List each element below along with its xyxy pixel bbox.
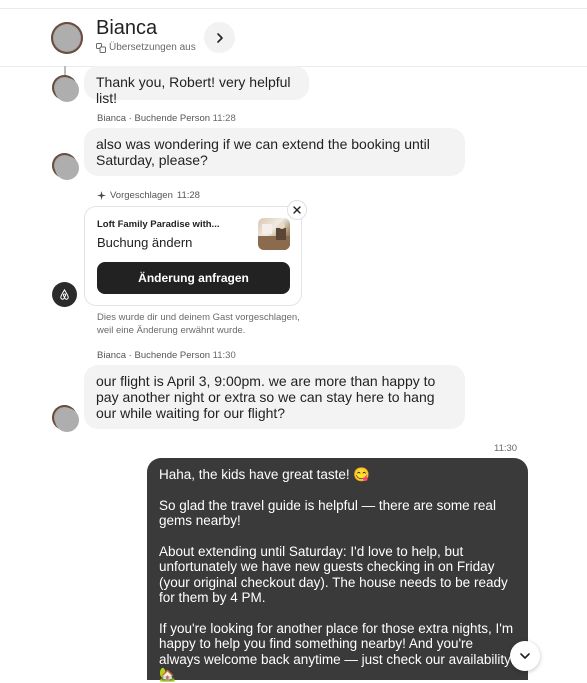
translation-label: Übersetzungen aus — [109, 42, 196, 53]
chevron-down-icon — [520, 653, 530, 659]
message-paragraph: If you're looking for another place for … — [159, 620, 515, 683]
message-bubble: our flight is April 3, 9:00pm. we are mo… — [84, 365, 465, 429]
message-time: 11:30 — [212, 350, 236, 361]
suggested-time: 11:28 — [176, 190, 200, 201]
details-button[interactable] — [204, 22, 235, 53]
listing-title: Loft Family Paradise with... — [97, 219, 220, 230]
message-paragraph: About extending until Saturday: I'd love… — [159, 543, 508, 606]
sender-label: Bianca · Buchende Person — [97, 350, 211, 361]
outgoing-message-bubble: Haha, the kids have great taste! 😋 So gl… — [147, 458, 528, 683]
avatar[interactable] — [51, 22, 83, 54]
guest-name: Bianca — [96, 17, 158, 39]
chevron-right-icon — [216, 32, 223, 43]
close-icon — [293, 206, 301, 214]
message-paragraph: So glad the travel guide is helpful — th… — [159, 497, 496, 529]
message-text: our flight is April 3, 9:00pm. we are mo… — [96, 373, 436, 421]
request-change-button[interactable]: Änderung anfragen — [97, 262, 290, 294]
translation-status[interactable]: Übersetzungen aus — [96, 42, 196, 53]
scroll-to-bottom-button[interactable] — [510, 641, 540, 671]
conversation-header: Bianca Übersetzungen aus — [0, 9, 587, 67]
listing-thumbnail[interactable] — [258, 218, 290, 250]
message-meta: Bianca · Buchende Person 11:28 — [97, 113, 236, 124]
avatar[interactable] — [52, 153, 79, 180]
translate-icon — [96, 42, 106, 53]
avatar[interactable] — [52, 75, 79, 102]
suggested-text: Vorgeschlagen — [110, 190, 173, 201]
sparkle-icon — [97, 191, 106, 200]
change-booking-card: Loft Family Paradise with... Buchung änd… — [84, 206, 302, 306]
sender-label: Bianca · Buchende Person — [97, 113, 211, 124]
message-text: Thank you, Robert! very helpful list! — [96, 74, 291, 106]
suggested-label: Vorgeschlagen 11:28 — [97, 190, 200, 201]
message-text: also was wondering if we can extend the … — [96, 136, 430, 168]
message-paragraph: Haha, the kids have great taste! 😋 — [159, 467, 371, 482]
card-action-title: Buchung ändern — [97, 235, 193, 250]
suggestion-note: Dies wurde dir und deinem Gast vorgeschl… — [97, 312, 300, 336]
airbnb-logo-icon — [52, 282, 77, 307]
message-time: 11:28 — [212, 113, 236, 124]
message-bubble: Thank you, Robert! very helpful list! — [84, 66, 309, 106]
avatar[interactable] — [52, 405, 79, 432]
message-time: 11:30 — [494, 443, 518, 454]
message-bubble: also was wondering if we can extend the … — [84, 128, 465, 176]
dismiss-suggestion-button[interactable] — [287, 200, 307, 220]
message-meta: Bianca · Buchende Person 11:30 — [97, 350, 236, 361]
